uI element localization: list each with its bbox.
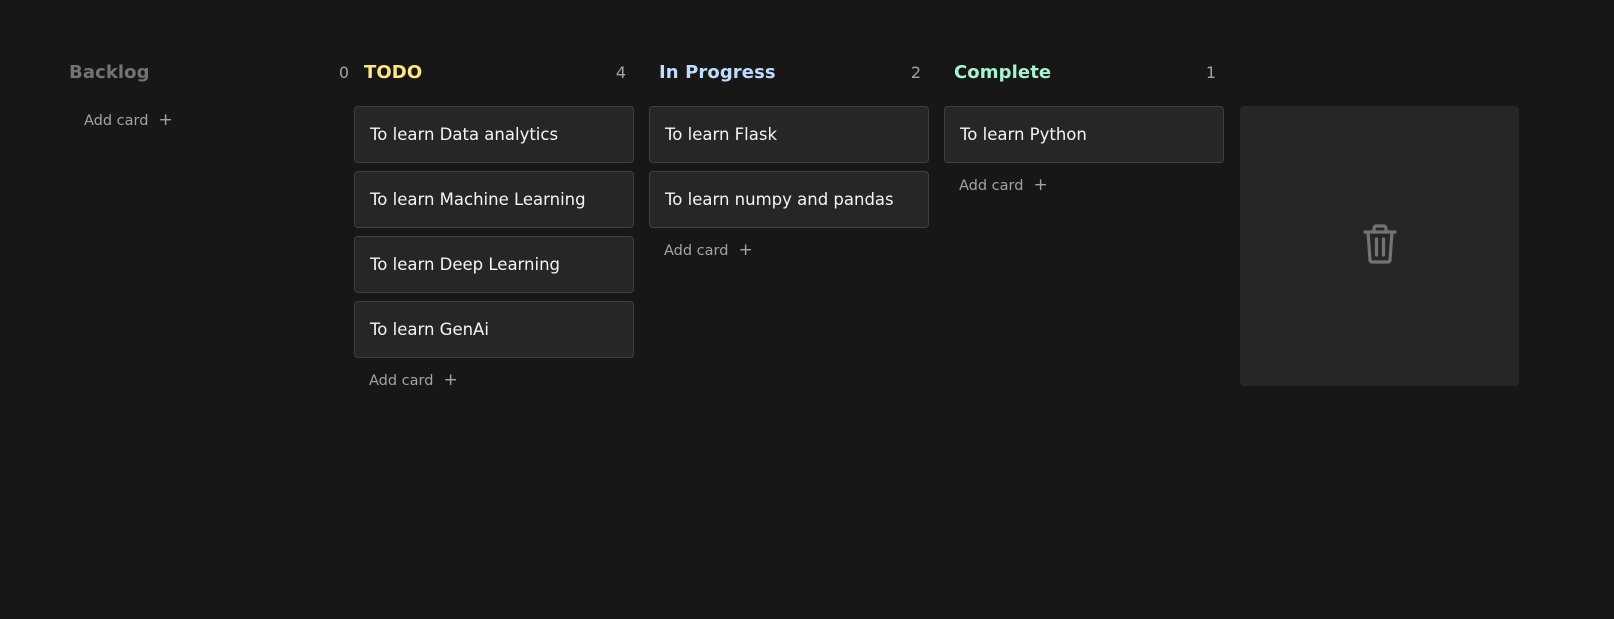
column-complete: Complete 1 To learn Python Add card + (944, 58, 1224, 194)
plus-icon: + (738, 240, 753, 260)
trash-drop-zone[interactable] (1240, 106, 1519, 386)
card[interactable]: To learn Machine Learning (354, 171, 634, 228)
kanban-board: Backlog 0 Add card + TODO 4 To learn Dat… (0, 0, 1614, 619)
column-header: Complete 1 (944, 58, 1224, 86)
plus-icon: + (443, 370, 458, 390)
column-header: In Progress 2 (649, 58, 929, 86)
column-header: Backlog 0 (69, 58, 349, 86)
card[interactable]: To learn Flask (649, 106, 929, 163)
add-card-label: Add card (369, 372, 434, 389)
plus-icon: + (1033, 175, 1048, 195)
column-count: 0 (338, 62, 349, 82)
trash-icon (1362, 224, 1397, 268)
column-todo: TODO 4 To learn Data analytics To learn … (354, 58, 634, 389)
column-backlog: Backlog 0 Add card + (69, 58, 349, 129)
column-count: 2 (910, 62, 921, 82)
card[interactable]: To learn Data analytics (354, 106, 634, 163)
column-title: TODO (364, 61, 423, 83)
column-title: Backlog (69, 61, 150, 83)
add-card-button[interactable]: Add card + (664, 242, 753, 259)
add-card-label: Add card (959, 177, 1024, 194)
card[interactable]: To learn Python (944, 106, 1224, 163)
plus-icon: + (158, 110, 173, 130)
add-card-button[interactable]: Add card + (84, 112, 173, 129)
card[interactable]: To learn Deep Learning (354, 236, 634, 293)
column-title: In Progress (659, 61, 776, 83)
column-count: 4 (615, 62, 626, 82)
column-in-progress: In Progress 2 To learn Flask To learn nu… (649, 58, 929, 259)
column-title: Complete (954, 61, 1052, 83)
add-card-button[interactable]: Add card + (369, 372, 458, 389)
add-card-button[interactable]: Add card + (959, 177, 1048, 194)
card[interactable]: To learn numpy and pandas (649, 171, 929, 228)
column-header: TODO 4 (354, 58, 634, 86)
column-count: 1 (1205, 62, 1216, 82)
card[interactable]: To learn GenAi (354, 301, 634, 358)
add-card-label: Add card (84, 112, 149, 129)
add-card-label: Add card (664, 242, 729, 259)
